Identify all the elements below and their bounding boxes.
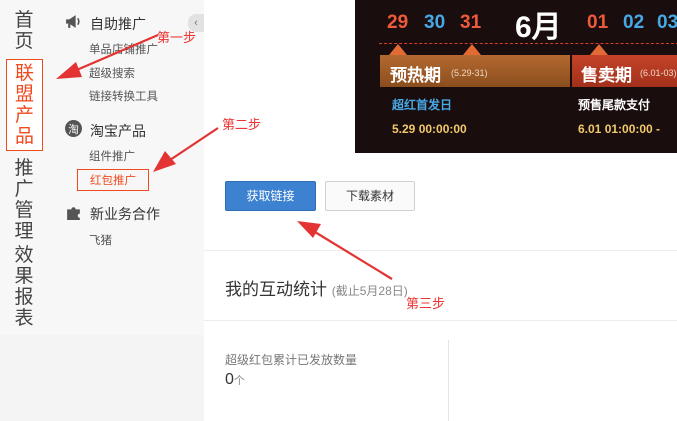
metric-label: 超级红包累计已发放数量 bbox=[225, 353, 358, 367]
timeline-marker bbox=[389, 44, 407, 55]
banner-date: 29 bbox=[387, 12, 409, 33]
sale-time: 6.01 01:00:00 - bbox=[578, 122, 661, 136]
banner-date: 30 bbox=[424, 12, 446, 33]
nav-effect-reports[interactable]: 效果报表 bbox=[6, 245, 42, 329]
divider bbox=[204, 320, 677, 321]
sidebar-footer-panel bbox=[0, 335, 204, 421]
banner-month: 6月 bbox=[515, 11, 562, 44]
group-title-new-business: 新业务合作 bbox=[90, 206, 160, 222]
nav-home[interactable]: 首页 bbox=[6, 10, 42, 52]
stats-date-note: (截止5月28日) bbox=[331, 284, 408, 298]
link-red-packet-promotion[interactable]: 红包推广 bbox=[77, 169, 149, 191]
column-divider bbox=[448, 340, 449, 421]
step2-annotation: 第二步 bbox=[222, 117, 262, 132]
presale-time: 5.29 00:00:00 bbox=[392, 122, 467, 136]
banner-date: 01 bbox=[587, 12, 609, 33]
main-nav: 首页 联盟产品 推广管理 效果报表 bbox=[0, 0, 48, 335]
svg-text:淘: 淘 bbox=[68, 123, 79, 136]
link-conversion-tool[interactable]: 链接转换工具 bbox=[89, 88, 158, 104]
metric-unit: 个 bbox=[233, 375, 245, 387]
divider bbox=[204, 250, 677, 251]
megaphone-icon bbox=[66, 15, 80, 28]
promo-banner[interactable]: 29 30 31 6月 01 02 03 预热期 (5.29-31) 售卖期 (… bbox=[355, 0, 677, 153]
step1-annotation: 第一步 bbox=[157, 30, 197, 45]
download-material-button[interactable]: 下载素材 bbox=[325, 181, 415, 211]
group-title-taobao-products: 淘宝产品 bbox=[90, 123, 146, 139]
get-link-button[interactable]: 获取链接 bbox=[225, 181, 316, 211]
sale-title: 售卖期 bbox=[581, 66, 632, 85]
link-component-promotion[interactable]: 组件推广 bbox=[89, 148, 135, 164]
nav-promotion-management[interactable]: 推广管理 bbox=[6, 158, 42, 242]
timeline-marker bbox=[463, 44, 481, 55]
taobao-icon: 淘 bbox=[65, 120, 82, 137]
metric-value: 0 bbox=[225, 371, 234, 388]
link-fliggy[interactable]: 飞猪 bbox=[89, 232, 112, 248]
sale-range: (6.01-03) bbox=[640, 68, 677, 78]
nav-alliance-products[interactable]: 联盟产品 bbox=[6, 59, 43, 151]
link-single-item-promotion[interactable]: 单品店铺推广 bbox=[89, 41, 158, 57]
stats-title: 我的互动统计 (截止5月28日) bbox=[225, 275, 408, 300]
step3-annotation: 第三步 bbox=[406, 296, 446, 311]
stats-heading: 我的互动统计 bbox=[225, 280, 327, 299]
presale-range: (5.29-31) bbox=[451, 68, 488, 78]
timeline-marker bbox=[590, 44, 608, 55]
puzzle-icon bbox=[67, 207, 80, 220]
banner-date: 31 bbox=[460, 12, 482, 33]
banner-date: 02 bbox=[623, 12, 645, 33]
banner-date: 03 bbox=[657, 12, 677, 33]
metric-value-wrap: 0个 bbox=[225, 371, 245, 389]
sale-label: 预售尾款支付 bbox=[578, 98, 651, 112]
presale-label: 超红首发日 bbox=[392, 98, 453, 112]
link-super-search[interactable]: 超级搜索 bbox=[89, 65, 135, 81]
group-title-self-promotion: 自助推广 bbox=[90, 16, 146, 32]
presale-title: 预热期 bbox=[390, 66, 441, 85]
